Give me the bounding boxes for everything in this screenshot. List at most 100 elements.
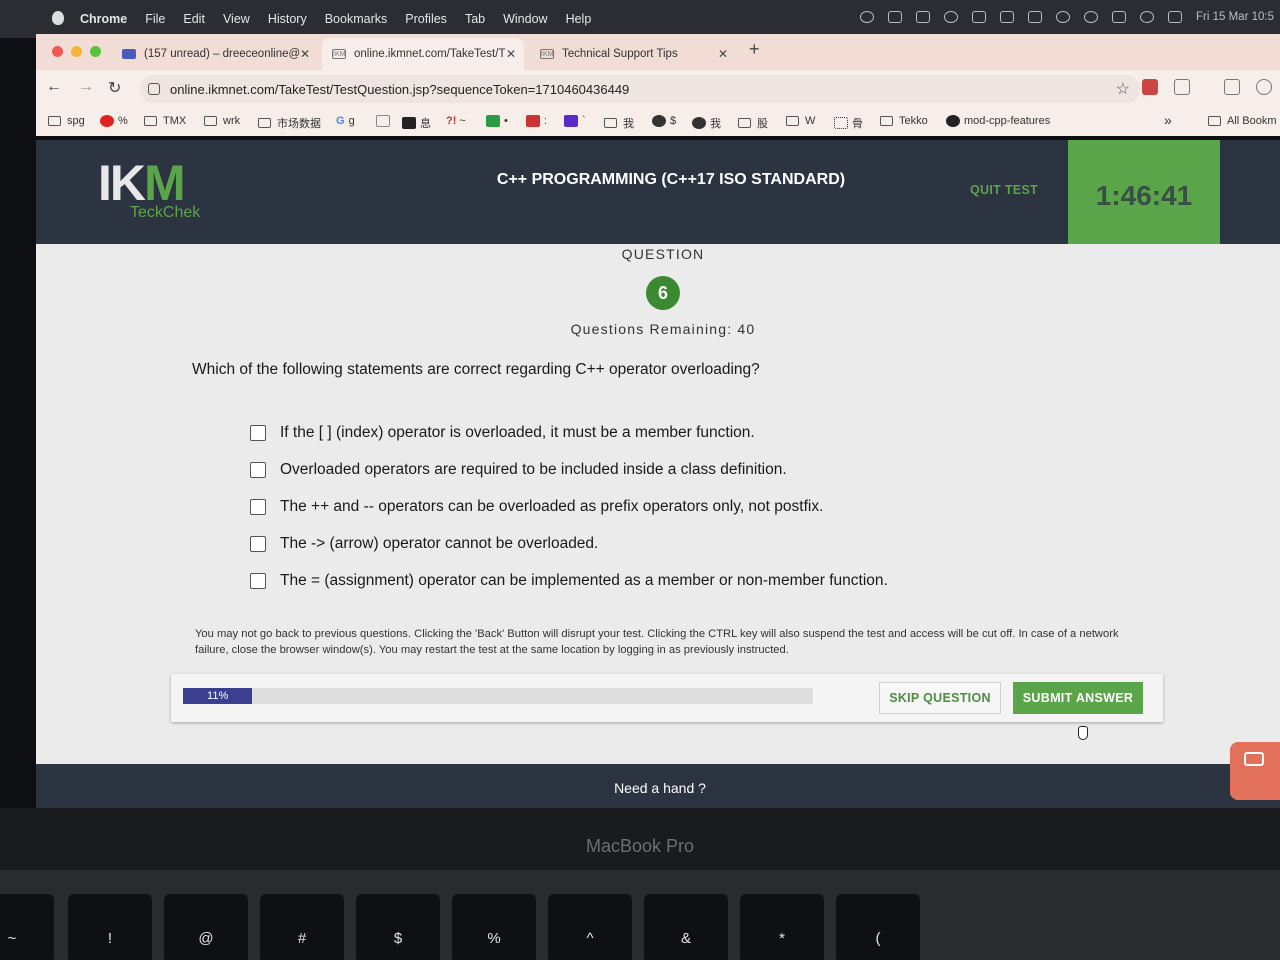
bookmark-tekko[interactable]: Tekko (880, 115, 928, 127)
menubar-clock[interactable]: Fri 15 Mar 10:5 (1196, 11, 1274, 23)
grid-icon (834, 117, 848, 129)
menu-history[interactable]: History (268, 12, 307, 26)
close-tab-icon[interactable]: ✕ (300, 47, 310, 61)
url-text[interactable]: online.ikmnet.com/TakeTest/TestQuestion.… (170, 82, 629, 97)
answer-checkbox[interactable] (250, 499, 266, 515)
sync-icon[interactable] (860, 11, 875, 23)
skip-question-button[interactable]: SKIP QUESTION (879, 682, 1001, 714)
close-window-icon[interactable] (52, 46, 63, 57)
tab-ikm-test[interactable]: IKM online.ikmnet.com/TakeTest/T ✕ (322, 38, 524, 70)
answer-option[interactable]: If the [ ] (index) operator is overloade… (250, 424, 755, 442)
help-footer: Need a hand ? (36, 764, 1280, 808)
menu-view[interactable]: View (223, 12, 250, 26)
volume-icon[interactable] (1000, 11, 1015, 23)
bookmark-wrk[interactable]: wrk (204, 115, 240, 127)
answer-option-text: The -> (arrow) operator cannot be overlo… (280, 535, 599, 552)
user-icon[interactable] (1084, 11, 1099, 23)
bookmark-tc[interactable]: • (486, 115, 508, 127)
extensions-puzzle-icon[interactable] (1174, 79, 1190, 95)
bookmark-me-2[interactable]: 我 (692, 115, 721, 131)
question-number-badge: 6 (646, 276, 680, 310)
submit-answer-button[interactable]: SUBMIT ANSWER (1013, 682, 1143, 714)
forward-arrow-icon[interactable]: → (78, 78, 94, 96)
bookmark-stack[interactable]: : (526, 115, 547, 127)
bookmark-me-1[interactable]: 我 (604, 115, 634, 131)
answer-checkbox[interactable] (250, 462, 266, 478)
folder-icon (144, 116, 157, 126)
mail-icon (122, 49, 136, 59)
bookmark-mod-cpp-features[interactable]: mod-cpp-features (946, 115, 1050, 127)
bookmark-percent[interactable]: % (100, 115, 128, 127)
wifi-icon[interactable] (1056, 11, 1071, 23)
spotlight-icon[interactable] (1140, 11, 1155, 23)
answer-option[interactable]: The = (assignment) operator can be imple… (250, 572, 888, 590)
address-bar[interactable]: online.ikmnet.com/TakeTest/TestQuestion.… (140, 75, 1140, 103)
reload-icon[interactable]: ↻ (108, 78, 121, 98)
answer-checkbox[interactable] (250, 573, 266, 589)
new-tab-icon[interactable]: + (749, 39, 760, 60)
answer-option-text: If the [ ] (index) operator is overloade… (280, 424, 755, 441)
close-tab-icon[interactable]: ✕ (506, 47, 516, 61)
extension-icon[interactable] (1142, 79, 1158, 95)
menu-profiles[interactable]: Profiles (405, 12, 447, 26)
dropbox-icon[interactable] (916, 11, 931, 23)
time-machine-icon[interactable] (944, 11, 959, 23)
bookmarks-overflow-icon[interactable]: » (1164, 112, 1172, 128)
bookmark-star-icon[interactable]: ☆ (1116, 79, 1130, 99)
answer-checkbox[interactable] (250, 536, 266, 552)
bookmarks-bar: spg % TMX wrk 市场数据 Gg 息 ?! ~ • : ` 我 $ 我 … (36, 108, 1280, 136)
back-arrow-icon[interactable]: ← (46, 78, 62, 96)
profile-avatar-icon[interactable] (1256, 79, 1272, 95)
bookmark-google[interactable]: Gg (336, 115, 355, 127)
tab-title: online.ikmnet.com/TakeTest/T (354, 48, 506, 60)
answer-option[interactable]: The -> (arrow) operator cannot be overlo… (250, 535, 598, 553)
answer-checkbox[interactable] (250, 425, 266, 441)
bluetooth-icon[interactable] (972, 11, 987, 23)
stack-icon (526, 115, 540, 127)
menu-edit[interactable]: Edit (183, 12, 205, 26)
tab-gmail[interactable]: (157 unread) – dreeceonline@ ✕ (112, 38, 318, 70)
tab-support-tips[interactable]: IKM Technical Support Tips ✕ (530, 38, 736, 70)
ikm-favicon: IKM (332, 49, 346, 59)
answer-option-text: Overloaded operators are required to be … (280, 461, 787, 478)
bookmark-globe[interactable] (376, 115, 394, 127)
keyboard-icon[interactable] (1112, 11, 1127, 23)
answer-option[interactable]: Overloaded operators are required to be … (250, 461, 787, 479)
close-tab-icon[interactable]: ✕ (718, 47, 728, 61)
menu-app-chrome[interactable]: Chrome (80, 12, 127, 26)
menu-file[interactable]: File (145, 12, 165, 26)
window-controls (52, 46, 101, 57)
need-a-hand-link[interactable]: Need a hand ? (36, 780, 1280, 796)
control-center-icon[interactable] (1168, 11, 1183, 23)
bookmark-market-data[interactable]: 市场数据 (258, 115, 321, 131)
menu-window[interactable]: Window (503, 12, 547, 26)
bookmark-spg[interactable]: spg (48, 115, 85, 127)
battery-icon[interactable] (1028, 11, 1043, 23)
menu-bookmarks[interactable]: Bookmarks (325, 12, 388, 26)
side-panel-icon[interactable] (1224, 79, 1240, 95)
minimize-window-icon[interactable] (71, 46, 82, 57)
keyboard-key: # (260, 894, 344, 960)
bookmark-tmx[interactable]: TMX (144, 115, 186, 127)
bookmark-bone[interactable]: 骨 (834, 115, 863, 131)
keyboard-key: % (452, 894, 536, 960)
apple-icon[interactable] (52, 11, 64, 25)
menu-help[interactable]: Help (566, 12, 592, 26)
zoom-window-icon[interactable] (90, 46, 101, 57)
bookmark-yahoo[interactable]: ` (564, 115, 586, 127)
menu-tab[interactable]: Tab (465, 12, 485, 26)
extension-icon[interactable] (888, 11, 903, 23)
keyboard-key: $ (356, 894, 440, 960)
quit-test-link[interactable]: QUIT TEST (970, 183, 1038, 197)
bookmark-stock[interactable]: 股 (738, 115, 768, 131)
answer-option-text: The ++ and -- operators can be overloade… (280, 498, 824, 515)
bookmark-exclaim[interactable]: ?! ~ (446, 115, 466, 127)
bookmark-dollar[interactable]: $ (652, 115, 676, 127)
answer-option[interactable]: The ++ and -- operators can be overloade… (250, 498, 823, 516)
bookmark-w[interactable]: W (786, 115, 815, 127)
laptop-bezel: MacBook Pro (0, 808, 1280, 870)
bookmark-all-bookmarks[interactable]: All Bookm (1208, 115, 1277, 127)
chat-widget[interactable] (1230, 742, 1280, 800)
site-settings-icon[interactable] (148, 83, 160, 95)
bookmark-info[interactable]: 息 (402, 115, 431, 131)
